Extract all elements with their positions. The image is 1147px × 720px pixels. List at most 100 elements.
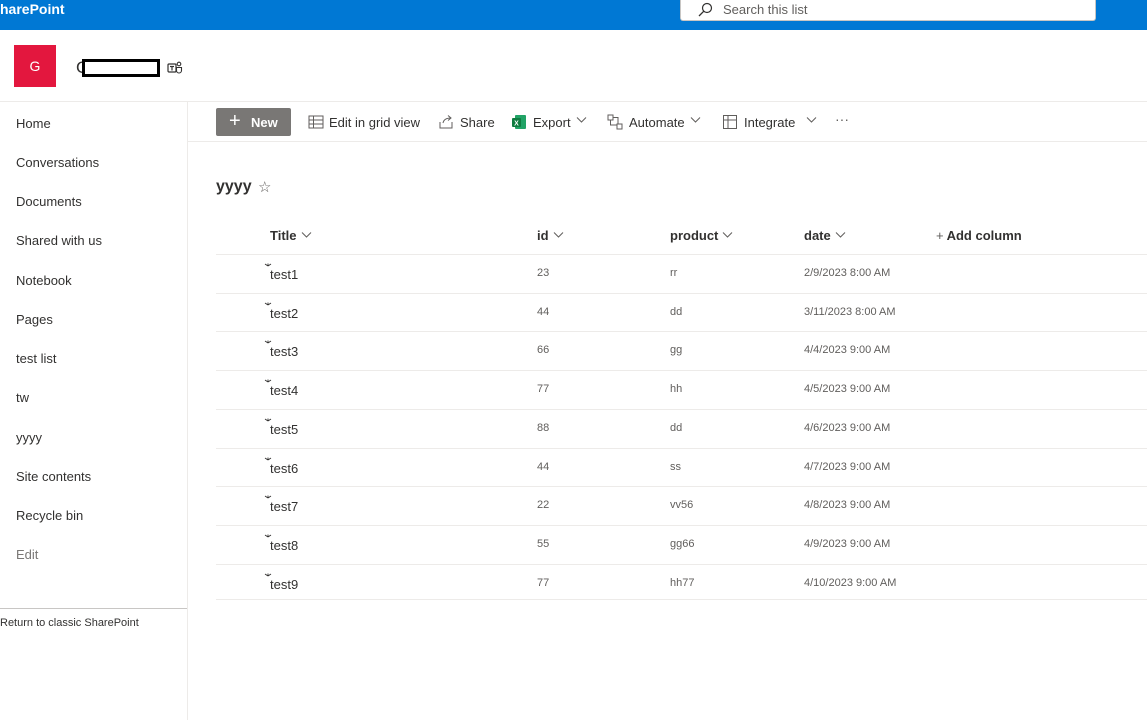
automate-icon <box>607 114 623 130</box>
cell-product: rr <box>670 267 678 279</box>
nav-item-site-contents[interactable]: Site contents <box>16 469 91 484</box>
chevron-down-icon <box>723 232 733 238</box>
chevron-down-icon <box>806 117 817 123</box>
table-row[interactable]: test1 23 rr 2/9/2023 8:00 AM <box>216 254 1147 293</box>
cell-id: 22 <box>537 499 550 511</box>
nav-item-yyyy[interactable]: yyyy <box>16 430 42 445</box>
left-navigation: Home Conversations Documents Shared with… <box>0 102 188 720</box>
list-title: yyyy <box>216 178 252 195</box>
table-row[interactable]: test6 44 ss 4/7/2023 9:00 AM <box>216 448 1147 487</box>
table-row[interactable]: test8 55 gg66 4/9/2023 9:00 AM <box>216 525 1147 564</box>
chevron-down-icon <box>690 117 701 123</box>
table-row[interactable]: test9 77 hh77 4/10/2023 9:00 AM <box>216 564 1147 603</box>
chevron-down-icon <box>553 232 563 238</box>
column-header-label: date <box>804 228 831 243</box>
cell-title[interactable]: test2 <box>270 306 298 321</box>
integrate-icon <box>723 115 737 129</box>
cell-product: hh <box>670 383 683 395</box>
grid-icon <box>308 115 324 129</box>
cell-title[interactable]: test6 <box>270 461 298 476</box>
cell-product: gg66 <box>670 538 695 550</box>
cell-title[interactable]: test8 <box>270 538 298 553</box>
cell-date: 4/6/2023 9:00 AM <box>804 422 891 434</box>
cell-title[interactable]: test7 <box>270 499 298 514</box>
return-to-classic-link[interactable]: Return to classic SharePoint <box>0 617 139 629</box>
cell-id: 44 <box>537 461 550 473</box>
cell-id: 23 <box>537 267 550 279</box>
chevron-down-icon <box>835 232 846 238</box>
nav-item-test-list[interactable]: test list <box>16 351 56 366</box>
cell-title[interactable]: test5 <box>270 422 298 437</box>
cell-title[interactable]: test4 <box>270 383 298 398</box>
add-column-label: Add column <box>946 228 1022 243</box>
site-logo[interactable]: G <box>14 45 56 87</box>
search-placeholder[interactable]: Search this list <box>723 2 808 17</box>
column-header-date[interactable]: date <box>804 228 846 243</box>
nav-divider <box>0 608 187 609</box>
nav-item-home[interactable]: Home <box>16 116 51 131</box>
cell-id: 77 <box>537 383 550 395</box>
add-column-button[interactable]: + Add column <box>936 228 1022 243</box>
more-options-button[interactable]: ··· <box>835 111 849 129</box>
cell-product: dd <box>670 306 683 318</box>
redaction-box <box>82 59 160 77</box>
column-header-label: id <box>537 228 549 243</box>
app-name[interactable]: harePoint <box>0 1 65 17</box>
table-row[interactable]: test2 44 dd 3/11/2023 8:00 AM <box>216 293 1147 332</box>
svg-text:X: X <box>514 121 519 128</box>
nav-item-conversations[interactable]: Conversations <box>16 155 99 170</box>
nav-item-recycle-bin[interactable]: Recycle bin <box>16 508 83 523</box>
cell-date: 3/11/2023 8:00 AM <box>804 306 896 318</box>
cell-date: 4/10/2023 9:00 AM <box>804 577 897 589</box>
cell-id: 44 <box>537 306 550 318</box>
chevron-down-icon <box>301 232 311 238</box>
table-row[interactable]: test7 22 vv56 4/8/2023 9:00 AM <box>216 486 1147 525</box>
column-header-label: Title <box>270 228 297 243</box>
cell-product: vv56 <box>670 499 694 511</box>
new-button[interactable]: + New <box>216 108 291 136</box>
cell-product: hh77 <box>670 577 695 589</box>
cell-id: 77 <box>537 577 550 589</box>
cell-date: 4/7/2023 9:00 AM <box>804 461 891 473</box>
integrate-label: Integrate <box>744 115 796 130</box>
search-box[interactable]: Search this list <box>680 0 1096 21</box>
table-row[interactable]: test4 77 hh 4/5/2023 9:00 AM <box>216 370 1147 409</box>
table-row[interactable]: test5 88 dd 4/6/2023 9:00 AM <box>216 409 1147 448</box>
column-header-title[interactable]: Title <box>270 228 312 243</box>
cell-title[interactable]: test9 <box>270 577 298 592</box>
cell-id: 88 <box>537 422 550 434</box>
nav-edit-link[interactable]: Edit <box>16 547 38 562</box>
teams-icon[interactable] <box>167 61 183 75</box>
favorite-star-icon[interactable]: ☆ <box>258 178 271 196</box>
cell-date: 4/8/2023 9:00 AM <box>804 499 891 511</box>
column-header-product[interactable]: product <box>670 228 733 243</box>
nav-item-shared-with-us[interactable]: Shared with us <box>16 233 102 248</box>
nav-item-pages[interactable]: Pages <box>16 312 53 327</box>
table-row[interactable]: test3 66 gg 4/4/2023 9:00 AM <box>216 331 1147 370</box>
cell-product: dd <box>670 422 683 434</box>
cell-id: 55 <box>537 538 550 550</box>
new-button-label: New <box>251 115 278 130</box>
search-icon <box>698 2 713 17</box>
suite-bar: harePoint Search this list <box>0 0 1147 30</box>
cell-id: 66 <box>537 344 550 356</box>
share-label: Share <box>460 115 495 130</box>
cell-date: 4/5/2023 9:00 AM <box>804 383 891 395</box>
plus-icon: + <box>229 110 241 132</box>
command-bar: + New Edit in grid view Share X Export A… <box>188 102 1147 142</box>
cell-date: 4/9/2023 9:00 AM <box>804 538 891 550</box>
cell-date: 4/4/2023 9:00 AM <box>804 344 891 356</box>
cell-title[interactable]: test1 <box>270 267 298 282</box>
cell-product: gg <box>670 344 683 356</box>
cell-title[interactable]: test3 <box>270 344 298 359</box>
nav-item-documents[interactable]: Documents <box>16 194 82 209</box>
column-header-id[interactable]: id <box>537 228 564 243</box>
nav-item-notebook[interactable]: Notebook <box>16 273 72 288</box>
export-label: Export <box>533 115 571 130</box>
cell-product: ss <box>670 461 681 473</box>
edit-grid-view-label: Edit in grid view <box>329 115 421 130</box>
table-bottom-border <box>216 599 1147 600</box>
share-icon <box>439 115 453 129</box>
nav-item-tw[interactable]: tw <box>16 390 29 405</box>
chevron-down-icon <box>576 117 587 123</box>
